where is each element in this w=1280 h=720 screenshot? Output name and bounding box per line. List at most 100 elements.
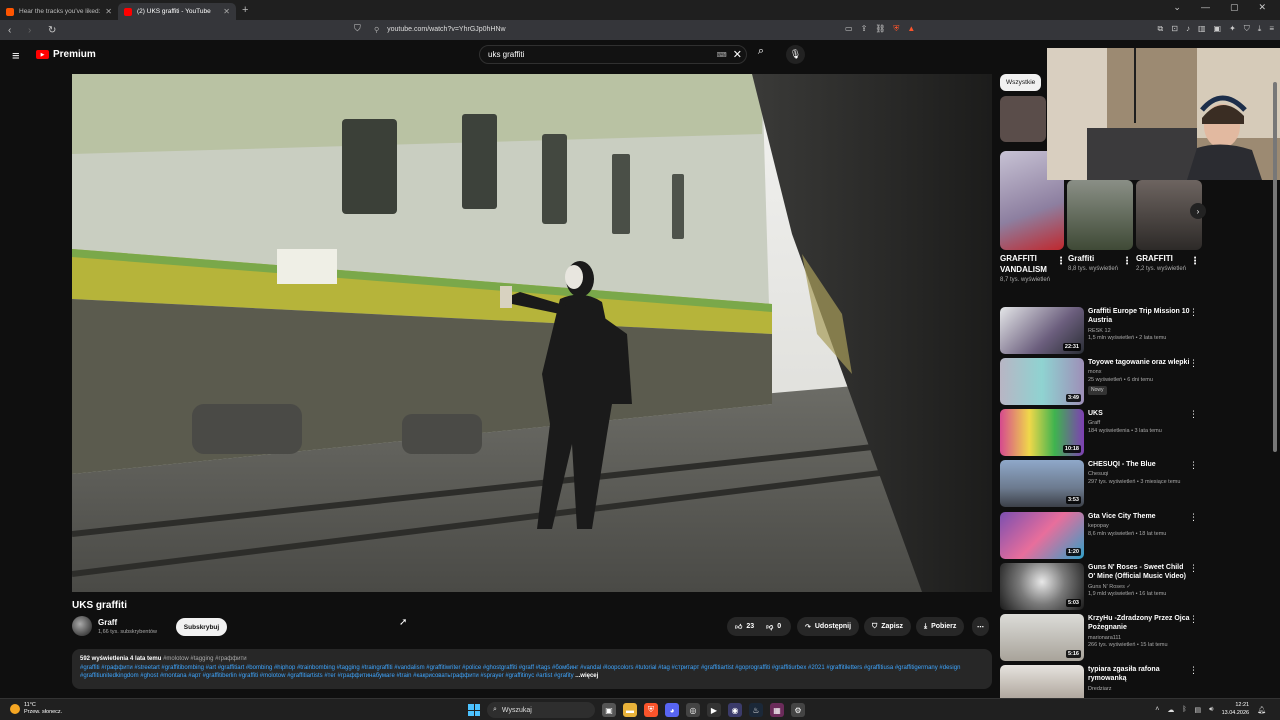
short-info[interactable]: Graffiti 8,8 tys. wyświetleń (1068, 254, 1128, 273)
like-icon[interactable]: 👍︎ (735, 622, 742, 631)
hamburger-menu-icon[interactable]: ≡ (12, 48, 20, 63)
recommended-video[interactable]: 3:49 Toyowe tagowanie oraz wlepki monx 25 … (1000, 358, 1200, 406)
menu-icon[interactable]: ≡ (1269, 24, 1274, 34)
site-info-icon[interactable]: ⚲ (374, 26, 379, 34)
download-icon[interactable]: ⤓ (1258, 24, 1262, 34)
extension-icon[interactable]: ⊡ (1171, 24, 1178, 34)
more-actions-button[interactable]: ⋯ (972, 617, 989, 636)
short-menu-icon[interactable]: ⋮ (1190, 256, 1200, 267)
brave-browser-icon[interactable]: ⛨ (644, 703, 658, 717)
chevron-up-icon[interactable]: ˄ (1155, 706, 1159, 713)
youtube-premium-logo[interactable]: ▶ Premium (36, 49, 96, 60)
short-info[interactable]: GRAFFITI 2,2 tys. wyświetleń (1136, 254, 1196, 273)
short-menu-icon[interactable]: ⋮ (1056, 256, 1066, 267)
settings-icon[interactable]: ⚙ (791, 703, 805, 717)
discord-icon[interactable]: ◕ (665, 703, 679, 717)
more-options-icon[interactable]: ⋮ (1189, 460, 1198, 471)
video-thumbnail[interactable]: 1:20 (1000, 512, 1084, 559)
cloud-icon[interactable]: ☁ (1167, 706, 1174, 714)
keyboard-icon[interactable]: ⌨ (717, 51, 727, 59)
more-options-icon[interactable]: ⋮ (1189, 665, 1198, 676)
video-thumbnail[interactable]: 3:49 (1000, 358, 1084, 405)
recommended-video[interactable]: typiara zgasiła rafona rymowanką Dredziar… (1000, 665, 1200, 698)
sidebar-icon[interactable]: ▥ (1198, 24, 1206, 34)
bookmark-icon[interactable]: ⛉ (354, 23, 361, 34)
channel-avatar[interactable] (72, 616, 92, 636)
media-player-icon[interactable]: ▶ (707, 703, 721, 717)
more-options-icon[interactable]: ⋮ (1189, 563, 1198, 574)
like-count[interactable]: 23 (746, 623, 754, 630)
maximize-button[interactable]: ▢ (1230, 2, 1239, 13)
search-button[interactable]: ⌕ (752, 45, 770, 64)
share-icon[interactable]: ⇪ (861, 24, 868, 34)
network-icon[interactable]: ▤ (1195, 706, 1202, 714)
download-button[interactable]: ⤓ Pobierz (916, 617, 965, 636)
bluetooth-icon[interactable]: ᛒ (1182, 706, 1186, 713)
video-thumbnail[interactable]: 10:18 (1000, 409, 1084, 456)
vpn-icon[interactable]: ⛉ (1244, 24, 1250, 34)
close-window-button[interactable]: ✕ (1258, 2, 1266, 13)
minimize-button[interactable]: — (1201, 2, 1210, 13)
short-info[interactable]: GRAFFITI VANDALISM 8,7 tys. wyświetleń (1000, 254, 1060, 284)
recommended-video[interactable]: 10:18 UKS Graff 184 wyświetlenia • 3 lata … (1000, 409, 1200, 457)
app-icon[interactable]: ◉ (728, 703, 742, 717)
app-icon[interactable]: ▦ (770, 703, 784, 717)
short-menu-icon[interactable]: ⋮ (1122, 256, 1132, 267)
volume-icon[interactable]: 🔊︎ (1209, 706, 1213, 714)
recommended-video[interactable]: 22:31 Graffiti Europe Trip Mission 10 Au… (1000, 307, 1200, 355)
brave-shield-icon[interactable]: ⛨ (893, 24, 899, 34)
dislike-icon[interactable]: 👎︎ (766, 622, 773, 631)
recommended-video[interactable]: 1:20 Gta Vice City Theme kepopay 8,6 mln w… (1000, 512, 1200, 560)
search-input[interactable]: uks graffiti ⌨ ✕ (479, 45, 747, 64)
hashtag-links[interactable]: #graffiti #граффити #streetart #graffiti… (80, 665, 960, 680)
save-button[interactable]: ⛉ Zapisz (864, 617, 912, 636)
notifications-icon[interactable]: 🔔︎ (1257, 706, 1266, 714)
close-icon[interactable]: ✕ (105, 7, 112, 16)
weather-widget[interactable]: 11°C Przew. słonecz. (10, 702, 62, 716)
video-thumbnail[interactable]: 5:16 (1000, 614, 1084, 661)
tab-soundcloud[interactable]: Hear the tracks you've liked: on Sou ✕ (0, 3, 118, 20)
video-player[interactable] (72, 74, 992, 592)
share-button[interactable]: ↷ Udostępnij (797, 617, 860, 636)
url-field[interactable]: ⚲ youtube.com/watch?v=YhrGJp0hHNw (368, 22, 908, 37)
back-button[interactable]: ‹ (8, 25, 20, 36)
file-explorer-icon[interactable]: ▬ (623, 703, 637, 717)
channel-name[interactable]: Graff (98, 618, 157, 627)
more-options-icon[interactable]: ⋮ (1189, 512, 1198, 523)
taskbar-search[interactable]: ⌕ Wyszukaj (487, 702, 595, 718)
task-view-icon[interactable]: ▣ (602, 703, 616, 717)
cast-icon[interactable]: ▭ (845, 24, 853, 34)
new-tab-button[interactable]: + (242, 4, 248, 16)
more-options-icon[interactable]: ⋮ (1189, 409, 1198, 420)
shelf-next-button[interactable]: › (1190, 203, 1206, 219)
page-scrollbar[interactable] (1272, 74, 1278, 694)
video-thumbnail[interactable]: 5:03 (1000, 563, 1084, 610)
more-options-icon[interactable]: ⋮ (1189, 358, 1198, 369)
chip-all[interactable]: Wszystkie (1000, 74, 1042, 91)
dislike-count[interactable]: 0 (777, 623, 781, 630)
tab-youtube[interactable]: (2) UKS graffiti - YouTube ✕ (118, 3, 236, 20)
recommended-video[interactable]: 3:53 CHESUQI - The Blue Chesuqi 297 tys. w… (1000, 460, 1200, 508)
short-thumbnail[interactable] (1067, 180, 1133, 250)
forward-button[interactable]: › (28, 25, 40, 36)
short-thumbnail[interactable] (1000, 96, 1046, 142)
video-thumbnail[interactable] (1000, 665, 1084, 698)
recommended-video[interactable]: 5:16 KrzyHu -Zdradzony Przez Ojca Pożegn… (1000, 614, 1200, 662)
microphone-icon[interactable]: 🎙 (786, 45, 805, 64)
extension-icon[interactable]: ⧉ (1158, 24, 1164, 34)
description-box[interactable]: 592 wyświetlenia 4 lata temu #molotow #t… (72, 649, 992, 689)
scrollbar-thumb[interactable] (1273, 82, 1277, 452)
wallet-icon[interactable]: ▣ (1214, 24, 1222, 34)
subscribe-button[interactable]: Subskrybuj (176, 618, 227, 636)
steam-icon[interactable]: ♨ (749, 703, 763, 717)
music-icon[interactable]: ♪ (1186, 24, 1190, 34)
windows-start-icon[interactable] (468, 704, 480, 716)
top-tags[interactable]: #molotow #tagging #граффити (163, 656, 247, 662)
close-icon[interactable]: ✕ (223, 7, 230, 16)
video-thumbnail[interactable]: 22:31 (1000, 307, 1084, 354)
brave-rewards-icon[interactable]: ▲ (907, 24, 915, 34)
recommended-video[interactable]: 5:03 Guns N' Roses - Sweet Child O' Mine… (1000, 563, 1200, 611)
reload-button[interactable]: ↻ (48, 25, 60, 36)
more-options-icon[interactable]: ⋮ (1189, 307, 1198, 318)
leo-icon[interactable]: ✦ (1229, 24, 1236, 34)
